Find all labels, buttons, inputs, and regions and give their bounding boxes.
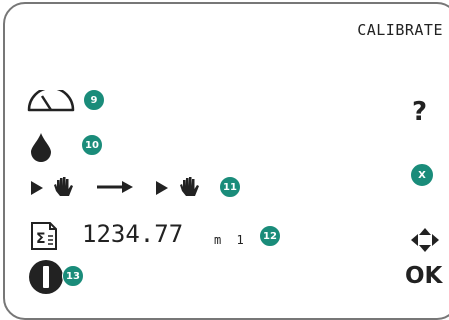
calculator-icon: Σ [31,222,57,250]
drop-badge: 10 [81,134,103,156]
power-badge: 13 [62,265,84,287]
play-icon [31,181,43,195]
power-icon [29,260,63,294]
navigate-icon[interactable] [410,227,440,253]
arrow-right-icon [97,181,133,193]
value-unit: m 1 [214,233,248,247]
value-badge: 12 [259,225,281,247]
svg-text:Σ: Σ [36,231,46,247]
measured-value: 1234.77 [82,220,184,248]
ok-button[interactable]: OK [405,263,442,289]
hand-icon [54,177,73,196]
cancel-badge[interactable]: X [410,163,434,187]
sequence-badge: 11 [219,176,241,198]
help-button[interactable]: ? [412,97,427,127]
play-icon [156,181,168,195]
hand-icon [180,177,199,196]
power-button[interactable] [28,259,64,295]
drop-icon [31,133,51,162]
gauge-icon [27,90,75,112]
gauge-badge: 9 [83,89,105,111]
screen-title: CALIBRATE [357,21,443,39]
